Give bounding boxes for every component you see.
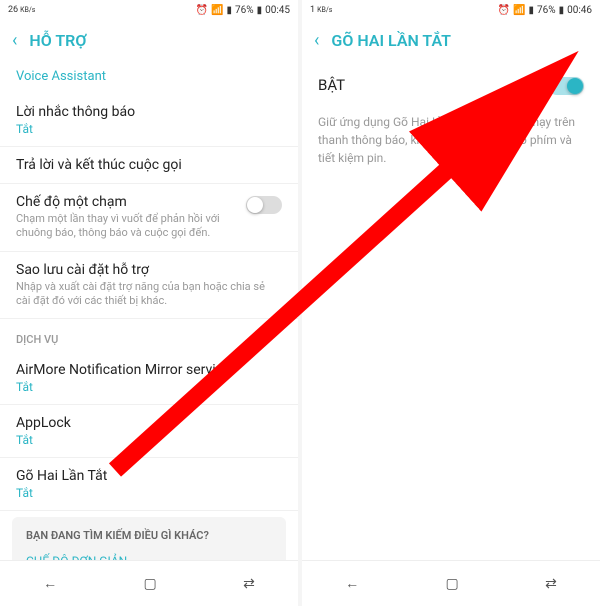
page-title: HỖ TRỢ <box>29 31 86 50</box>
easy-mode-link[interactable]: CHẾ ĐỘ ĐƠN GIẢN <box>26 550 272 560</box>
nav-home-icon[interactable]: ▢ <box>426 572 479 596</box>
enable-label: BẬT <box>318 76 345 94</box>
status-right: ⏰ 📶 ▮ 76% ▮ 00:45 <box>196 5 290 16</box>
detail-content: BẬT Giữ ứng dụng Gõ Hai Lần Tắt luôn luô… <box>302 61 600 560</box>
enable-toggle[interactable] <box>548 77 584 95</box>
applock-item[interactable]: AppLock Tắt <box>0 405 298 458</box>
setting-status: Tắt <box>16 486 282 500</box>
setting-title: Sao lưu cài đặt hỗ trợ <box>16 262 282 278</box>
footer-card: BẠN ĐANG TÌM KIẾM ĐIỀU GÌ KHÁC? CHẾ ĐỘ Đ… <box>12 517 286 560</box>
nav-bar: ← ▢ ⇄ <box>302 560 600 606</box>
setting-status: Tắt <box>16 380 282 394</box>
signal-icon: ▮ <box>528 5 534 16</box>
setting-title: AppLock <box>16 415 282 431</box>
setting-desc: Nhập và xuất cài đặt trợ năng của bạn ho… <box>16 280 282 309</box>
network-unit: KB/s <box>20 6 35 14</box>
clock: 00:46 <box>567 5 592 16</box>
network-speed: 26 <box>8 5 18 15</box>
status-bar: 26 KB/s ⏰ 📶 ▮ 76% ▮ 00:45 <box>0 0 298 20</box>
left-screen: 26 KB/s ⏰ 📶 ▮ 76% ▮ 00:45 ‹ HỖ TRỢ Voice… <box>0 0 298 606</box>
service-description: Giữ ứng dụng Gõ Hai Lần Tắt luôn luôn ch… <box>318 109 584 167</box>
airmore-item[interactable]: AirMore Notification Mirror service Tắt <box>0 352 298 405</box>
setting-title: Lời nhắc thông báo <box>16 104 282 120</box>
notification-reminder-item[interactable]: Lời nhắc thông báo Tắt <box>0 94 298 147</box>
single-tap-item[interactable]: Chế độ một chạm Chạm một lần thay vì vuố… <box>0 184 298 252</box>
setting-desc: Chạm một lần thay vì vuốt để phản hồi vớ… <box>16 212 246 241</box>
header: ‹ HỖ TRỢ <box>0 20 298 61</box>
setting-title: AirMore Notification Mirror service <box>16 362 282 378</box>
nav-recent-icon[interactable]: ⇄ <box>223 572 275 596</box>
battery-icon: ▮ <box>559 5 565 16</box>
alarm-icon: ⏰ <box>196 5 208 16</box>
signal-icon: ▮ <box>226 5 232 16</box>
network-speed: 1 <box>310 5 315 15</box>
status-left: 1 KB/s <box>310 5 332 15</box>
nav-bar: ← ▢ ⇄ <box>0 560 298 606</box>
setting-status: Tắt <box>16 122 282 136</box>
battery-percent: 76% <box>235 5 254 16</box>
battery-icon: ▮ <box>257 5 263 16</box>
setting-status: Tắt <box>16 433 282 447</box>
wifi-icon: 📶 <box>513 5 525 16</box>
network-unit: KB/s <box>317 6 332 14</box>
backup-item[interactable]: Sao lưu cài đặt hỗ trợ Nhập và xuất cài … <box>0 252 298 320</box>
nav-home-icon[interactable]: ▢ <box>124 572 177 596</box>
right-screen: 1 KB/s ⏰ 📶 ▮ 76% ▮ 00:46 ‹ GÕ HAI LẦN TẮ… <box>302 0 600 606</box>
services-section-header: DỊCH VỤ <box>0 319 298 352</box>
setting-title: Chế độ một chạm <box>16 194 246 210</box>
single-tap-toggle[interactable] <box>246 196 282 214</box>
header: ‹ GÕ HAI LẦN TẮT <box>302 20 600 61</box>
alarm-icon: ⏰ <box>498 5 510 16</box>
status-left: 26 KB/s <box>8 5 35 15</box>
nav-back-icon[interactable]: ← <box>23 571 77 596</box>
nav-back-icon[interactable]: ← <box>325 571 379 596</box>
nav-recent-icon[interactable]: ⇄ <box>525 572 577 596</box>
back-icon[interactable]: ‹ <box>12 30 17 51</box>
enable-row: BẬT <box>318 61 584 109</box>
gohai-item[interactable]: Gõ Hai Lần Tắt Tắt <box>0 458 298 511</box>
answer-end-calls-item[interactable]: Trả lời và kết thúc cuộc gọi <box>0 147 298 184</box>
setting-title: Gõ Hai Lần Tắt <box>16 468 282 484</box>
page-title: GÕ HAI LẦN TẮT <box>331 31 451 50</box>
clock: 00:45 <box>265 5 290 16</box>
battery-percent: 76% <box>537 5 556 16</box>
status-right: ⏰ 📶 ▮ 76% ▮ 00:46 <box>498 5 592 16</box>
settings-list: Voice Assistant Lời nhắc thông báo Tắt T… <box>0 61 298 560</box>
footer-card-title: BẠN ĐANG TÌM KIẾM ĐIỀU GÌ KHÁC? <box>26 529 272 542</box>
wifi-icon: 📶 <box>211 5 223 16</box>
setting-title: Trả lời và kết thúc cuộc gọi <box>16 157 282 173</box>
back-icon[interactable]: ‹ <box>314 30 319 51</box>
voice-assistant-link[interactable]: Voice Assistant <box>0 61 298 94</box>
status-bar: 1 KB/s ⏰ 📶 ▮ 76% ▮ 00:46 <box>302 0 600 20</box>
